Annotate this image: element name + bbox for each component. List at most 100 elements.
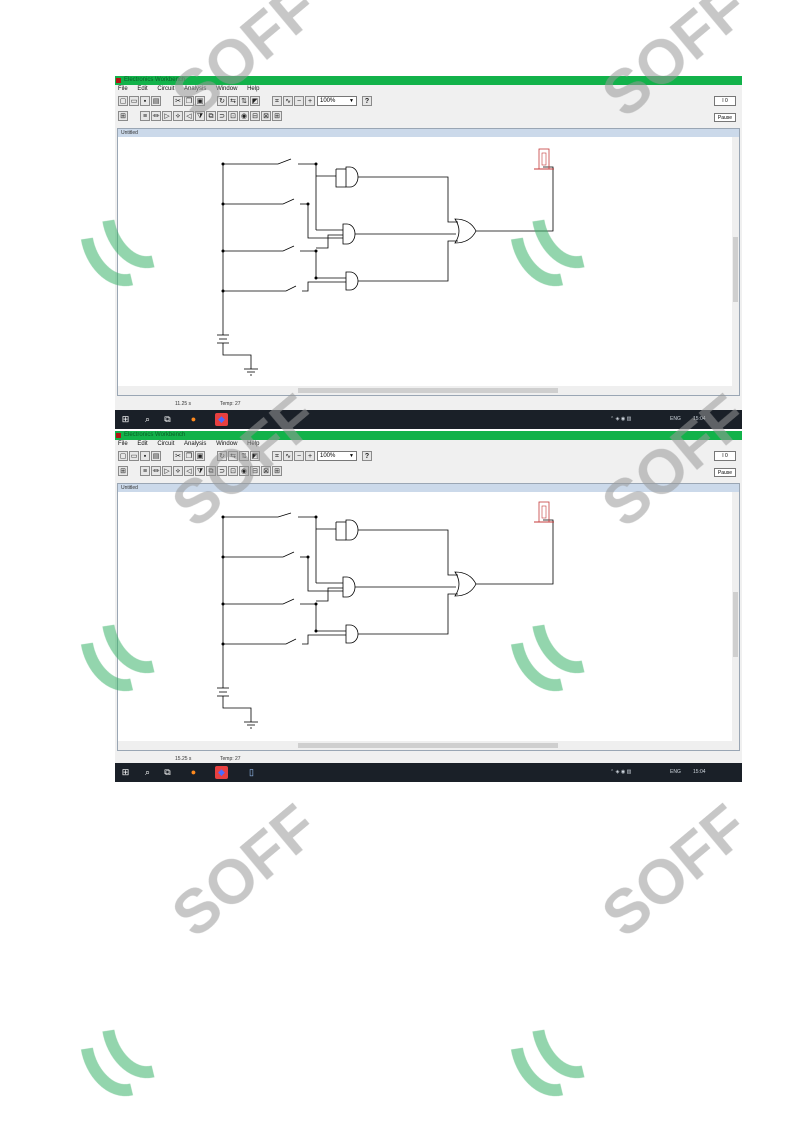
menu-window[interactable]: Window xyxy=(216,441,237,447)
new-file-icon[interactable]: ▢ xyxy=(118,96,128,106)
paste-icon[interactable]: ▣ xyxy=(195,451,205,461)
ewb-app-icon[interactable]: ◆ xyxy=(215,766,228,779)
sources-bin-icon[interactable]: ≡ xyxy=(140,466,150,476)
app-icon xyxy=(116,433,121,438)
open-folder-icon[interactable]: ▭ xyxy=(129,451,139,461)
instruments-bin-icon[interactable]: ⊞ xyxy=(272,111,282,121)
flip-horizontal-icon[interactable]: ⇆ xyxy=(228,451,238,461)
rotate-icon[interactable]: ↻ xyxy=(217,96,227,106)
firefox-icon[interactable]: ● xyxy=(187,413,200,426)
diodes-bin-icon[interactable]: ▷ xyxy=(162,111,172,121)
misc-bin-icon[interactable]: ⊠ xyxy=(261,466,271,476)
circuit-schematic[interactable] xyxy=(118,492,733,742)
flip-vertical-icon[interactable]: ⇅ xyxy=(239,451,249,461)
open-folder-icon[interactable]: ▭ xyxy=(129,96,139,106)
pause-button[interactable]: Pause xyxy=(714,468,736,477)
zoom-out-icon[interactable]: − xyxy=(294,451,304,461)
digital-bin-icon[interactable]: ⊡ xyxy=(228,111,238,121)
circuit-schematic[interactable] xyxy=(118,137,733,387)
windows-start-icon[interactable]: ⊞ xyxy=(119,413,132,426)
favorites-bin-icon[interactable]: ⊞ xyxy=(118,466,128,476)
save-icon[interactable]: ▪ xyxy=(140,451,150,461)
horizontal-scrollbar[interactable] xyxy=(118,386,739,395)
basic-bin-icon[interactable]: ⏛ xyxy=(151,466,161,476)
instruments-bin-icon[interactable]: ⊞ xyxy=(272,466,282,476)
menu-file[interactable]: File xyxy=(118,86,128,92)
analog-ics-bin-icon[interactable]: ◁ xyxy=(184,466,194,476)
flip-horizontal-icon[interactable]: ⇆ xyxy=(228,96,238,106)
sources-bin-icon[interactable]: ≡ xyxy=(140,111,150,121)
analog-ics-bin-icon[interactable]: ◁ xyxy=(184,111,194,121)
menu-help[interactable]: Help xyxy=(247,86,259,92)
menu-window[interactable]: Window xyxy=(216,86,237,92)
horizontal-scrollbar[interactable] xyxy=(118,741,739,750)
logic-gates-bin-icon[interactable]: ⊃ xyxy=(217,466,227,476)
digital-bin-icon[interactable]: ⊡ xyxy=(228,466,238,476)
help-icon[interactable]: ? xyxy=(362,96,372,106)
controls-bin-icon[interactable]: ⊟ xyxy=(250,466,260,476)
document-app-icon[interactable]: ▯ xyxy=(245,766,258,779)
search-icon[interactable]: ⌕ xyxy=(141,413,154,426)
menu-analysis[interactable]: Analysis xyxy=(184,86,206,92)
copy-icon[interactable]: ❐ xyxy=(184,96,194,106)
cut-icon[interactable]: ✂ xyxy=(173,451,183,461)
menu-edit[interactable]: Edit xyxy=(137,86,147,92)
zoom-select[interactable]: 100% ▼ xyxy=(317,96,357,106)
tray-icons: ⌃ ◈ ◉ ▥ xyxy=(610,769,632,775)
create-subcircuit-icon[interactable]: ⌗ xyxy=(272,451,282,461)
windows-start-icon[interactable]: ⊞ xyxy=(119,766,132,779)
mixed-ics-bin-icon[interactable]: ⧩ xyxy=(195,111,205,121)
menu-file[interactable]: File xyxy=(118,441,128,447)
menu-circuit[interactable]: Circuit xyxy=(157,441,174,447)
basic-bin-icon[interactable]: ⏛ xyxy=(151,111,161,121)
zoom-select[interactable]: 100% ▼ xyxy=(317,451,357,461)
print-icon[interactable]: ▤ xyxy=(151,451,161,461)
create-subcircuit-icon[interactable]: ⌗ xyxy=(272,96,282,106)
logic-gates-bin-icon[interactable]: ⊃ xyxy=(217,111,227,121)
status-bar: 11.25 s Temp: 27 xyxy=(115,400,742,408)
help-icon[interactable]: ? xyxy=(362,451,372,461)
vertical-scrollbar[interactable] xyxy=(732,492,739,742)
menu-circuit[interactable]: Circuit xyxy=(157,86,174,92)
mixed-ics-bin-icon[interactable]: ⧩ xyxy=(195,466,205,476)
graph-icon[interactable]: ∿ xyxy=(283,451,293,461)
transistors-bin-icon[interactable]: ⟡ xyxy=(173,111,183,121)
rotate-icon[interactable]: ↻ xyxy=(217,451,227,461)
component-properties-icon[interactable]: ◩ xyxy=(250,451,260,461)
circuit-window-title: Untitled xyxy=(118,484,739,492)
diodes-bin-icon[interactable]: ▷ xyxy=(162,466,172,476)
indicators-bin-icon[interactable]: ◉ xyxy=(239,111,249,121)
power-switch-button[interactable]: I 0 xyxy=(714,96,736,106)
misc-bin-icon[interactable]: ⊠ xyxy=(261,111,271,121)
zoom-in-icon[interactable]: + xyxy=(305,451,315,461)
task-view-icon[interactable]: ⧉ xyxy=(161,766,174,779)
controls-bin-icon[interactable]: ⊟ xyxy=(250,111,260,121)
firefox-icon[interactable]: ● xyxy=(187,766,200,779)
task-view-icon[interactable]: ⧉ xyxy=(161,413,174,426)
paste-icon[interactable]: ▣ xyxy=(195,96,205,106)
print-icon[interactable]: ▤ xyxy=(151,96,161,106)
menu-help[interactable]: Help xyxy=(247,441,259,447)
transistors-bin-icon[interactable]: ⟡ xyxy=(173,466,183,476)
ewb-app-icon[interactable]: ◆ xyxy=(215,413,228,426)
new-file-icon[interactable]: ▢ xyxy=(118,451,128,461)
cut-icon[interactable]: ✂ xyxy=(173,96,183,106)
pause-button[interactable]: Pause xyxy=(714,113,736,122)
flip-vertical-icon[interactable]: ⇅ xyxy=(239,96,249,106)
copy-icon[interactable]: ❐ xyxy=(184,451,194,461)
zoom-out-icon[interactable]: − xyxy=(294,96,304,106)
digital-ics-bin-icon[interactable]: ⧉ xyxy=(206,111,216,121)
favorites-bin-icon[interactable]: ⊞ xyxy=(118,111,128,121)
indicators-bin-icon[interactable]: ◉ xyxy=(239,466,249,476)
vertical-scrollbar[interactable] xyxy=(732,137,739,387)
component-properties-icon[interactable]: ◩ xyxy=(250,96,260,106)
menu-analysis[interactable]: Analysis xyxy=(184,441,206,447)
menu-edit[interactable]: Edit xyxy=(137,441,147,447)
watermark-logo-icon xyxy=(81,1029,155,1097)
digital-ics-bin-icon[interactable]: ⧉ xyxy=(206,466,216,476)
search-icon[interactable]: ⌕ xyxy=(141,766,154,779)
save-icon[interactable]: ▪ xyxy=(140,96,150,106)
graph-icon[interactable]: ∿ xyxy=(283,96,293,106)
zoom-in-icon[interactable]: + xyxy=(305,96,315,106)
power-switch-button[interactable]: I 0 xyxy=(714,451,736,461)
